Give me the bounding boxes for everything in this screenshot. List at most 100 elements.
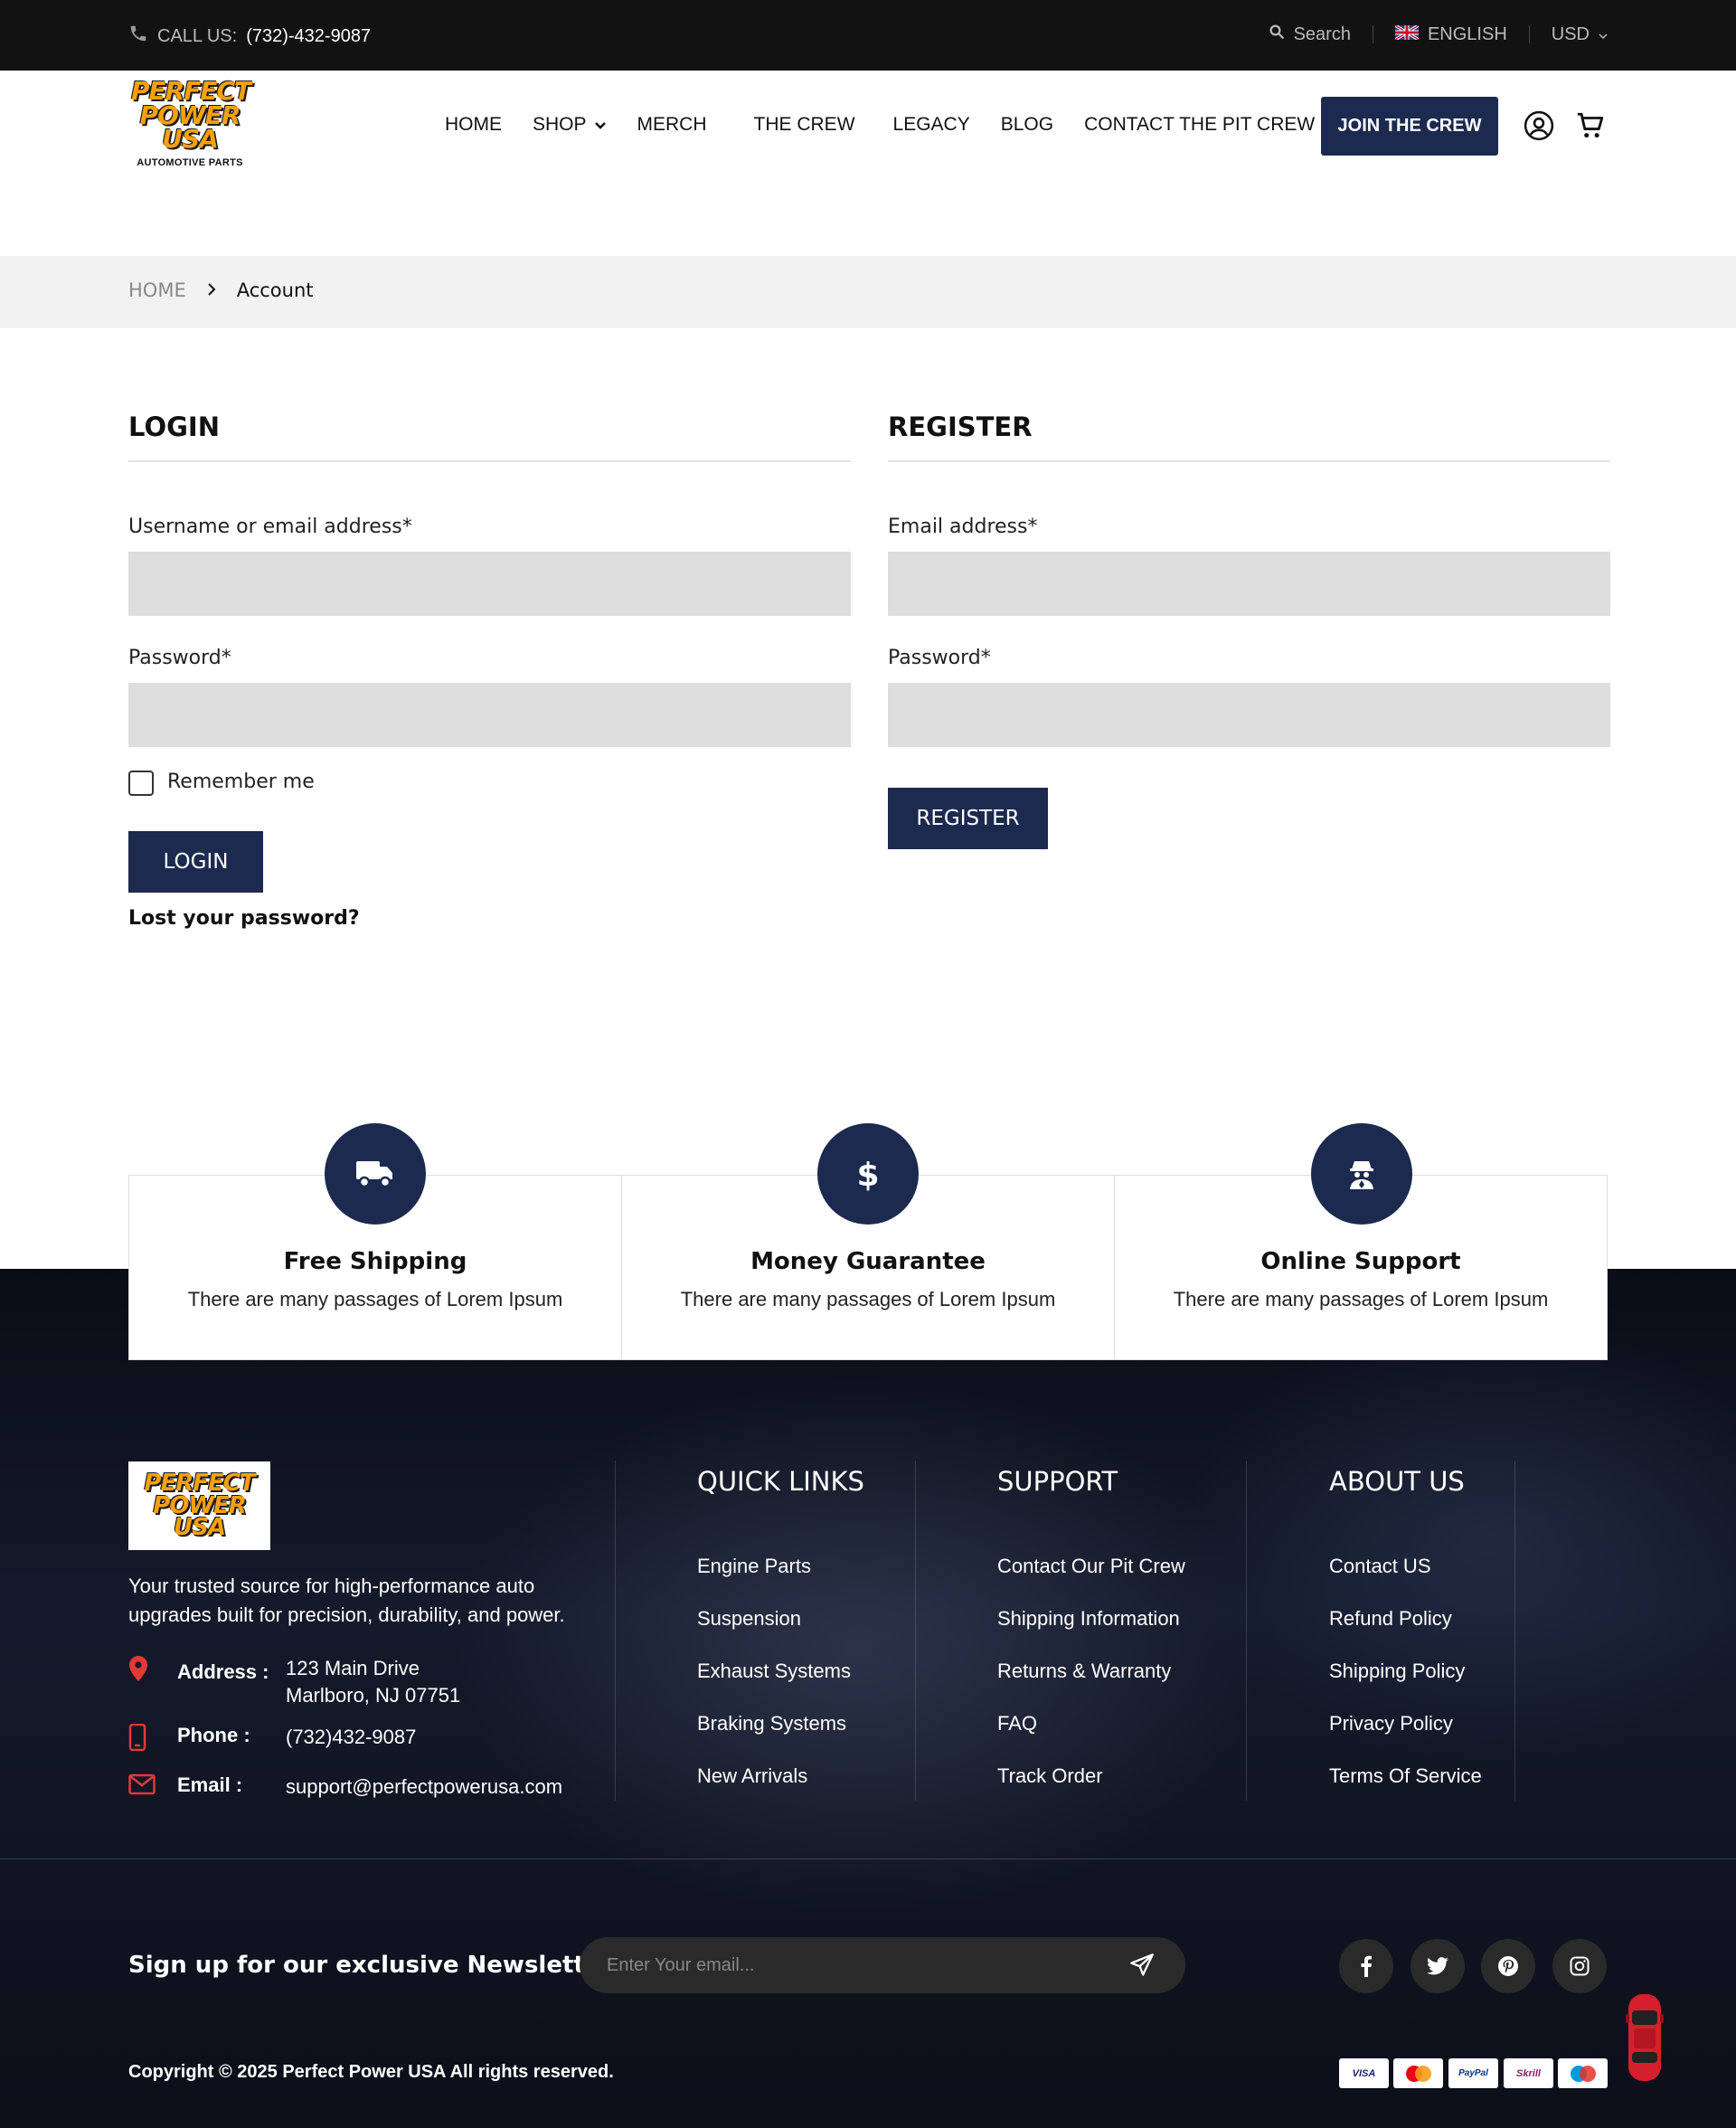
chevron-down-icon: [1599, 24, 1608, 45]
lost-password-link[interactable]: Lost your password?: [128, 907, 360, 930]
footer-email: Email : support@perfectpowerusa.com: [128, 1773, 562, 1801]
address-line: 123 Main Drive: [286, 1657, 420, 1679]
footer-link-refund-policy[interactable]: Refund Policy: [1329, 1607, 1452, 1631]
call-us-number[interactable]: (732)-432-9087: [246, 26, 371, 47]
breadcrumb: HOME Account: [0, 256, 1736, 328]
footer-link-shipping-policy[interactable]: Shipping Policy: [1329, 1660, 1465, 1683]
nav-contact[interactable]: CONTACT THE PIT CREW: [1084, 114, 1315, 136]
newsletter-title: Sign up for our exclusive Newsletter: [128, 1952, 613, 1979]
chevron-right-icon: [206, 279, 217, 301]
nav-shop[interactable]: SHOP: [533, 114, 607, 136]
maestro-icon: [1558, 2058, 1608, 2088]
footer-logo[interactable]: PERFECT POWER USA: [128, 1461, 270, 1550]
twitter-icon[interactable]: [1410, 1939, 1465, 1993]
currency-label: USD: [1551, 24, 1590, 44]
currency-selector[interactable]: USD: [1552, 24, 1608, 45]
login-button[interactable]: LOGIN: [128, 831, 263, 893]
email-value[interactable]: support@perfectpowerusa.com: [286, 1773, 562, 1801]
footer-background-image: [1175, 1314, 1736, 1766]
uk-flag-icon: [1394, 24, 1420, 45]
search-label: Search: [1293, 24, 1351, 44]
footer-link-exhaust-systems[interactable]: Exhaust Systems: [697, 1660, 851, 1683]
footer-link-privacy-policy[interactable]: Privacy Policy: [1329, 1712, 1453, 1736]
facebook-icon[interactable]: [1339, 1939, 1393, 1993]
nav-legacy[interactable]: LEGACY: [893, 114, 970, 136]
footer-link-contact-pit-crew[interactable]: Contact Our Pit Crew: [997, 1555, 1185, 1578]
nav-the-crew[interactable]: THE CREW: [754, 114, 855, 136]
divider: [915, 1461, 916, 1801]
site-logo[interactable]: PERFECT POWER USA AUTOMOTIVE PARTS: [131, 79, 251, 168]
cart-icon[interactable]: [1574, 109, 1607, 142]
footer-link-engine-parts[interactable]: Engine Parts: [697, 1555, 811, 1578]
phone-value[interactable]: (732)432-9087: [286, 1724, 416, 1751]
footer-link-shipping-information[interactable]: Shipping Information: [997, 1607, 1180, 1631]
footer-phone: Phone : (732)432-9087: [128, 1723, 416, 1755]
search-link[interactable]: Search: [1269, 24, 1351, 45]
nav-shop-label: SHOP: [533, 114, 587, 135]
remember-me-checkbox[interactable]: [128, 771, 154, 796]
chevron-down-icon: [594, 114, 607, 136]
register-password-input[interactable]: [888, 683, 1610, 747]
copyright-text: Copyright © 2025 Perfect Power USA All r…: [128, 2062, 614, 2082]
main-nav: HOME SHOP MERCH THE CREW LEGACY BLOG CON…: [445, 114, 1345, 136]
email-label: Email address*: [888, 515, 1038, 538]
address-value: 123 Main Drive Marlboro, NJ 07751: [286, 1655, 460, 1709]
login-section: LOGIN: [128, 411, 851, 462]
remember-me-label: Remember me: [167, 771, 315, 793]
mail-icon: [128, 1773, 159, 1800]
logo-line-3: USA: [174, 1514, 226, 1542]
skrill-icon: Skrill: [1504, 2058, 1553, 2088]
pinterest-icon[interactable]: [1481, 1939, 1535, 1993]
register-button[interactable]: REGISTER: [888, 788, 1048, 849]
phone-label: Phone :: [177, 1724, 250, 1746]
breadcrumb-home[interactable]: HOME: [128, 279, 186, 301]
call-us-label: CALL US:: [157, 25, 238, 46]
mastercard-icon: [1393, 2058, 1443, 2088]
phone-icon: [128, 24, 148, 49]
register-title: REGISTER: [888, 411, 1610, 462]
divider: [1246, 1461, 1247, 1801]
feature-description: There are many passages of Lorem Ipsum: [187, 1288, 563, 1310]
newsletter-email-input[interactable]: [607, 1951, 1113, 1980]
top-bar: CALL US: (732)-432-9087 Search ENGLISH U…: [0, 0, 1736, 71]
call-us[interactable]: CALL US: (732)-432-9087: [128, 24, 371, 49]
send-icon[interactable]: [1129, 1953, 1155, 1982]
footer-link-braking-systems[interactable]: Braking Systems: [697, 1712, 846, 1736]
instagram-icon[interactable]: [1552, 1939, 1607, 1993]
footer-link-terms-of-service[interactable]: Terms Of Service: [1329, 1764, 1482, 1788]
address-label: Address :: [177, 1660, 269, 1683]
nav-home[interactable]: HOME: [445, 114, 502, 136]
main-header: PERFECT POWER USA AUTOMOTIVE PARTS HOME …: [0, 71, 1736, 256]
language-label: ENGLISH: [1427, 24, 1507, 44]
feature-title: Money Guarantee: [750, 1248, 986, 1275]
feature-description: There are many passages of Lorem Ipsum: [1173, 1288, 1549, 1310]
footer-link-track-order[interactable]: Track Order: [997, 1764, 1103, 1788]
logo-wordmark: PERFECT POWER USA: [131, 79, 251, 155]
logo-wordmark: PERFECT POWER USA: [144, 1471, 255, 1542]
visa-icon: VISA: [1339, 2058, 1389, 2088]
username-label: Username or email address*: [128, 515, 412, 538]
logo-line-3: USA: [162, 124, 219, 155]
footer-link-returns-warranty[interactable]: Returns & Warranty: [997, 1660, 1171, 1683]
address-line: Marlboro, NJ 07751: [286, 1684, 461, 1707]
login-password-label: Password*: [128, 647, 231, 669]
divider: [1514, 1461, 1515, 1801]
register-email-input[interactable]: [888, 552, 1610, 616]
nav-merch[interactable]: MERCH: [637, 114, 707, 136]
login-password-input[interactable]: [128, 683, 851, 747]
footer-link-new-arrivals[interactable]: New Arrivals: [697, 1764, 807, 1788]
newsletter-form: [580, 1937, 1185, 1993]
account-icon[interactable]: [1523, 109, 1555, 142]
divider: [0, 1858, 1736, 1859]
footer-link-faq[interactable]: FAQ: [997, 1712, 1037, 1736]
divider: [615, 1461, 616, 1801]
join-the-crew-button[interactable]: JOIN THE CREW: [1321, 97, 1498, 156]
location-pin-icon: [128, 1655, 159, 1687]
footer-link-contact-us[interactable]: Contact US: [1329, 1555, 1431, 1578]
language-selector[interactable]: ENGLISH: [1394, 24, 1507, 45]
scroll-to-top-car-icon[interactable]: [1625, 1992, 1665, 2087]
nav-blog[interactable]: BLOG: [1001, 114, 1053, 136]
username-input[interactable]: [128, 552, 851, 616]
footer-link-suspension[interactable]: Suspension: [697, 1607, 801, 1631]
support-agent-icon: [1311, 1123, 1412, 1225]
